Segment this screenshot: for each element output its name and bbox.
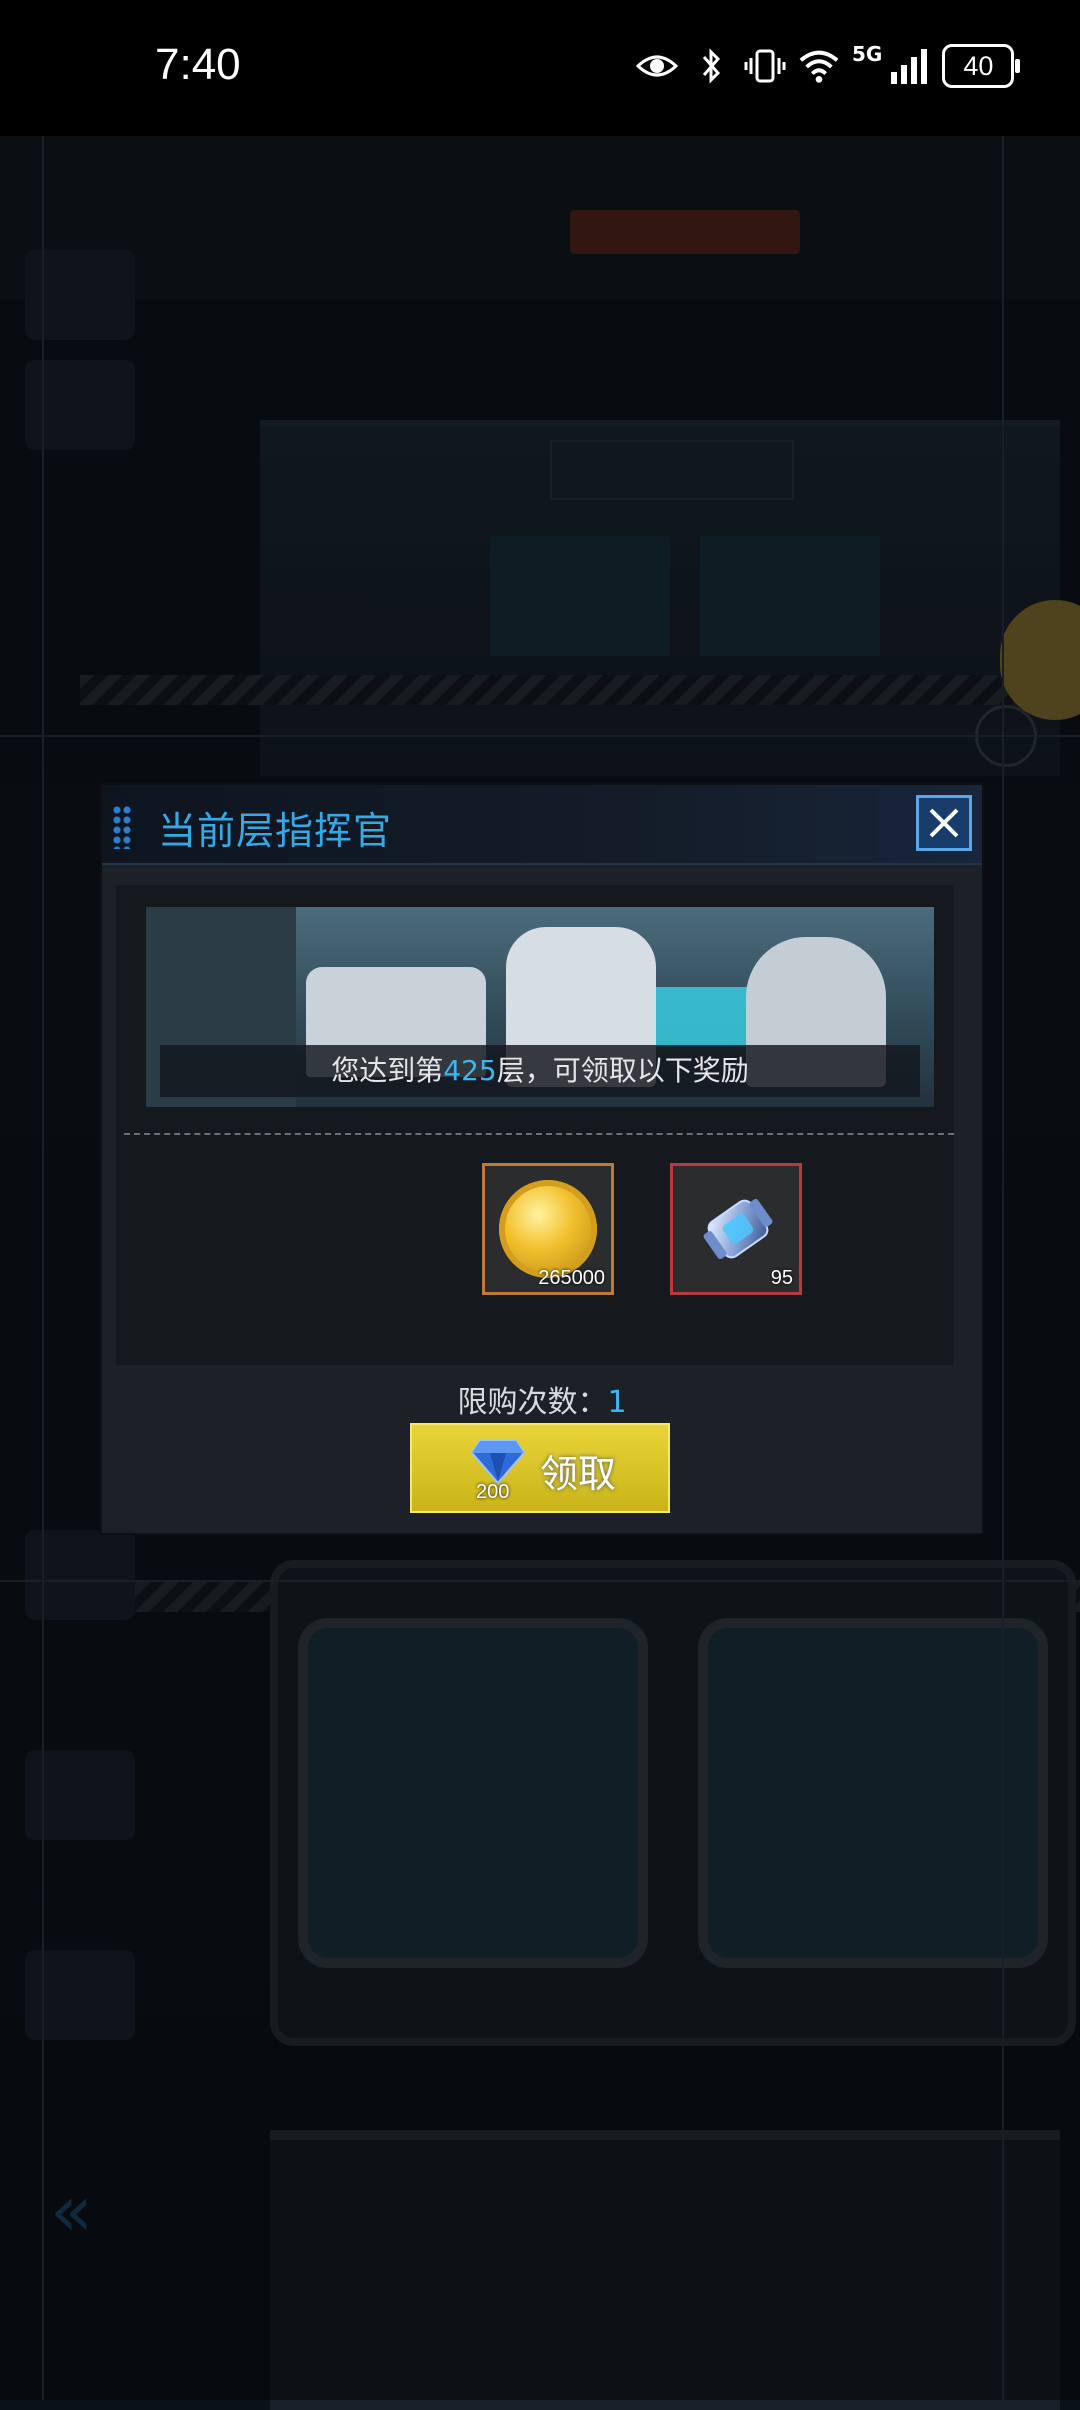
grip-dots-icon [112,805,132,849]
banner-caption: 您达到第425层，可领取以下奖励 [160,1045,920,1097]
close-icon [929,808,959,838]
dialog-title: 当前层指挥官 [158,809,393,853]
status-time: 7:40 [155,40,241,89]
dashed-divider [124,1133,954,1135]
caption-prefix: 您达到第 [331,1054,444,1087]
diamond-icon [470,1440,526,1485]
limit-value: 1 [607,1385,627,1420]
battery-indicator: 40 [942,44,1021,88]
reward-item-gold[interactable]: 265000 [482,1163,614,1295]
commander-reward-dialog: 当前层指挥官 您达到第425层，可领取以下奖励 265000 95 限购次数：1… [102,785,982,1533]
caption-suffix: 层，可领取以下奖励 [496,1054,749,1087]
floor-banner: 您达到第425层，可领取以下奖励 [146,907,934,1107]
reward-list: 265000 95 [116,1153,954,1363]
dialog-header: 当前层指挥官 [102,785,982,865]
status-icons: 5G 40 [636,42,1021,88]
gold-coin-icon [499,1180,597,1278]
reward-count: 95 [770,1267,793,1289]
limit-label: 限购次数： [457,1385,608,1420]
close-button[interactable] [916,795,972,851]
claim-label: 领取 [540,1452,617,1496]
eye-icon [636,55,678,77]
network-type-label: 5G [852,42,883,66]
claim-price: 200 [476,1481,510,1503]
signal-icon [891,49,928,84]
energy-canister-icon [703,1198,773,1260]
bluetooth-icon [702,48,721,84]
reward-count: 265000 [538,1267,605,1289]
reward-item-canister[interactable]: 95 [670,1163,802,1295]
reward-panel: 您达到第425层，可领取以下奖励 265000 95 [116,885,954,1365]
wifi-icon [799,50,839,83]
status-bar: 7:40 5G 40 [0,0,1080,136]
vibrate-icon [744,49,786,83]
floor-number: 425 [443,1054,497,1087]
claim-button[interactable]: 200 领取 [410,1423,670,1513]
purchase-limit: 限购次数：1 [102,1377,982,1421]
